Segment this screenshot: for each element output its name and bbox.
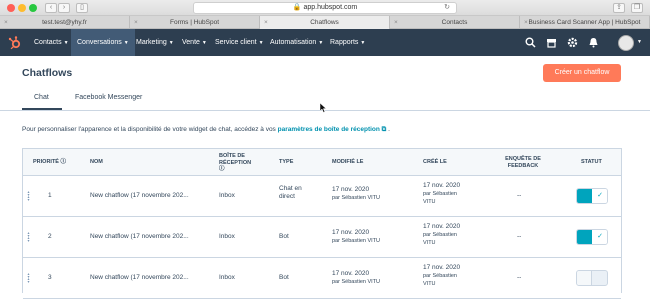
chatflow-name-link[interactable]: New chatflow (17 novembre 202... [90,233,189,241]
header-created[interactable]: Créé le [423,159,447,166]
create-chatflow-button[interactable]: Créer un chatflow [543,64,621,82]
nav-rapports[interactable]: Rapports ▼ [324,29,371,56]
survey-cell: -- [517,233,522,240]
bell-icon[interactable] [588,37,599,48]
nav-service-client[interactable]: Service client ▼ [209,29,270,56]
survey-cell: -- [517,274,522,281]
info-icon[interactable]: ⓘ [219,166,251,173]
modified-cell: 17 nov. 2020 par Sébastien VITU [332,229,380,244]
close-tab-icon[interactable]: × [264,16,268,29]
chatflows-table: Priorité ⓘ Nom Boîte de réception ⓘ Type… [22,148,622,299]
nav-vente[interactable]: Vente ▼ [176,29,213,56]
address-bar[interactable]: 🔒 app.hubspot.com ↻ [193,2,457,14]
url-text: app.hubspot.com [303,4,358,11]
marketplace-icon[interactable] [546,37,557,48]
header-status[interactable]: Statut [581,159,602,166]
browser-tab[interactable]: × Business Card Scanner App | HubSpot [520,16,650,29]
chevron-down-icon[interactable]: ▼ [637,39,642,45]
reload-icon[interactable]: ↻ [444,3,450,13]
chevron-down-icon: ▼ [123,40,129,46]
browser-tab-active[interactable]: × Chatflows [260,16,390,29]
type-cell: Bot [279,274,289,281]
browser-tab[interactable]: × Forms | HubSpot [130,16,260,29]
gear-icon[interactable] [567,37,578,48]
table-row[interactable]: 2 New chatflow (17 novembre 202... Inbox… [23,217,621,258]
header-survey[interactable]: Enquête de feedback [503,156,543,169]
chevron-down-icon: ▼ [258,40,264,46]
page-title: Chatflows [22,67,73,79]
chevron-down-icon: ▼ [318,40,324,46]
drag-handle-icon[interactable] [27,232,30,242]
survey-cell: -- [517,192,522,199]
modified-cell: 17 nov. 2020 par Sébastien VITU [332,270,380,285]
top-navigation: Contacts ▼ Conversations ▼ Marketing ▼ Vent… [0,29,650,56]
chevron-down-icon: ▼ [168,40,174,46]
chevron-down-icon: ▼ [201,40,207,46]
header-type[interactable]: Type [279,159,293,166]
status-toggle[interactable]: ✓ [576,188,608,204]
created-cell: 17 nov. 2020 par Sébastien VITU [423,223,461,246]
browser-tab[interactable]: × test.test@yhy.fr [0,16,130,29]
inbox-settings-link[interactable]: paramètres de boîte de réception [278,126,380,133]
created-cell: 17 nov. 2020 par Sébastien VITU [423,182,461,205]
hubspot-logo-icon[interactable] [8,36,22,50]
modified-cell: 17 nov. 2020 par Sébastien VITU [332,186,380,201]
nav-automatisation[interactable]: Automatisation ▼ [264,29,329,56]
header-inbox[interactable]: Boîte de réception ⓘ [219,153,251,173]
type-cell: Bot [279,233,289,240]
drag-handle-icon[interactable] [27,273,30,283]
info-icon[interactable]: ⓘ [61,159,67,165]
chevron-down-icon: ▼ [360,40,366,46]
status-toggle[interactable]: ✓ [576,229,608,245]
browser-titlebar: ‹ › ▯ 🔒 app.hubspot.com ↻ ⇪ ❐ [0,0,650,16]
table-header: Priorité ⓘ Nom Boîte de réception ⓘ Type… [23,149,621,176]
priority-cell: 3 [48,274,52,281]
chatflow-name-link[interactable]: New chatflow (17 novembre 202... [90,274,189,282]
tab-chat[interactable]: Chat [34,94,49,101]
close-tab-icon[interactable]: × [524,16,528,29]
maximize-window-icon[interactable] [29,4,37,12]
avatar[interactable] [618,35,634,51]
type-cell: Chat en direct [279,185,302,200]
browser-tabstrip: × test.test@yhy.fr × Forms | HubSpot × Chat… [0,16,650,29]
inbox-cell: Inbox [219,192,235,199]
forward-icon[interactable]: › [58,3,70,13]
chatflow-name-link[interactable]: New chatflow (17 novembre 202... [90,192,189,200]
created-cell: 17 nov. 2020 par Sébastien VITU [423,264,461,287]
drag-handle-icon[interactable] [27,191,30,201]
table-row[interactable]: 1 New chatflow (17 novembre 202... Inbox… [23,176,621,217]
chevron-down-icon: ▼ [63,40,69,46]
nav-contacts[interactable]: Contacts ▼ [28,29,75,56]
share-icon[interactable]: ⇪ [613,3,625,13]
header-name[interactable]: Nom [90,159,103,166]
inbox-cell: Inbox [219,233,235,240]
back-icon[interactable]: ‹ [45,3,57,13]
mouse-cursor-icon [320,103,327,113]
browser-tab[interactable]: × Contacts [390,16,520,29]
priority-cell: 2 [48,233,52,240]
inbox-cell: Inbox [219,274,235,281]
close-window-icon[interactable] [7,4,15,12]
close-tab-icon[interactable]: × [4,16,8,29]
tabs-overview-icon[interactable]: ❐ [631,3,643,13]
description-text: Pour personnaliser l'apparence et la dis… [22,126,390,133]
header-modified[interactable]: Modifié le [332,159,363,166]
search-icon[interactable] [525,37,536,48]
priority-cell: 1 [48,192,52,199]
checkmark-icon: ✓ [592,189,607,203]
nav-marketing[interactable]: Marketing ▼ [130,29,180,56]
nav-conversations[interactable]: Conversations ▼ [71,29,135,56]
tab-facebook-messenger[interactable]: Facebook Messenger [75,94,142,101]
close-tab-icon[interactable]: × [134,16,138,29]
close-tab-icon[interactable]: × [394,16,398,29]
status-toggle[interactable] [576,270,608,286]
checkmark-icon: ✓ [592,230,607,244]
sidebar-icon[interactable]: ▯ [76,3,88,13]
header-priority[interactable]: Priorité ⓘ [33,159,66,166]
lock-icon: 🔒 [292,4,302,11]
minimize-window-icon[interactable] [18,4,26,12]
